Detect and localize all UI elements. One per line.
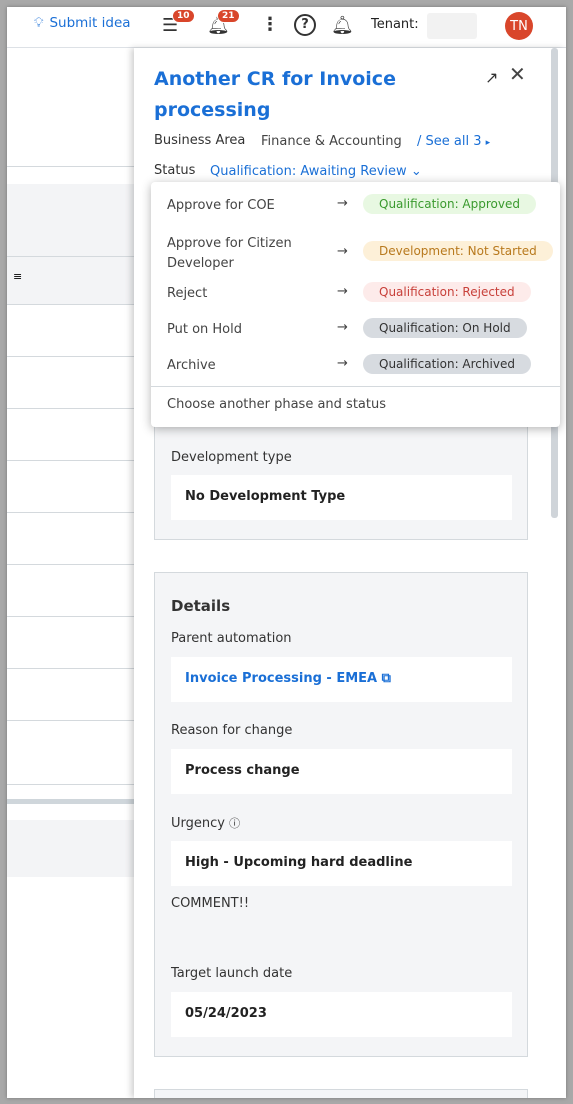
table-header <box>7 184 134 256</box>
choose-other-status[interactable]: Choose another phase and status <box>167 395 467 415</box>
tasks-badge: 10 <box>172 9 195 23</box>
close-icon[interactable]: ✕ <box>509 62 526 86</box>
filter-icon[interactable]: ≡ <box>13 270 22 283</box>
arrow-right-icon: → <box>337 320 348 335</box>
tenant-label: Tenant: <box>371 17 419 32</box>
lightbulb-icon: 💡︎ <box>34 15 44 31</box>
status-pill: Qualification: Approved <box>363 194 536 214</box>
business-area-value: Finance & Accounting <box>261 134 402 149</box>
launch-date-field[interactable]: 05/24/2023 <box>171 992 512 1037</box>
top-bar: 💡︎ Submit idea ☰ 10 🔔︎ 21 ⋮ ? 🔔︎ Tenant: TN <box>7 7 566 48</box>
details-card: Details Parent automation Invoice Proces… <box>154 572 528 1057</box>
status-pill: Qualification: Archived <box>363 354 531 374</box>
status-pill: Qualification: On Hold <box>363 318 527 338</box>
reason-label: Reason for change <box>171 723 293 738</box>
development-type-label: Development type <box>171 450 292 465</box>
tenant-selector[interactable] <box>427 13 477 39</box>
arrow-right-icon: → <box>337 356 348 371</box>
open-external-icon[interactable]: ↗ <box>485 68 498 87</box>
help-icon[interactable]: ? <box>294 14 316 36</box>
status-pill: Qualification: Rejected <box>363 282 531 302</box>
submit-idea-button[interactable]: 💡︎ Submit idea <box>34 15 131 31</box>
arrow-right-icon: → <box>337 196 348 211</box>
status-option[interactable]: Approve for COE <box>167 196 327 216</box>
urgency-label: Urgency ⓘ <box>171 816 241 831</box>
status-label: Status <box>154 163 196 178</box>
arrow-right-icon: → <box>337 284 348 299</box>
see-all-link[interactable]: / See all 3 ▸ <box>417 134 490 149</box>
status-option[interactable]: Reject <box>167 284 327 304</box>
background-table: ≡ <box>7 48 134 1098</box>
detail-panel: Another CR for Invoice processing ↗ ✕ Bu… <box>134 48 566 1098</box>
status-pill: Development: Not Started <box>363 241 553 261</box>
info-icon[interactable]: ⓘ <box>229 817 240 830</box>
arrow-right-icon: → <box>337 244 348 259</box>
urgency-comment: COMMENT!! <box>171 896 250 911</box>
page-title: Another CR for Invoice processing <box>154 68 396 121</box>
status-option[interactable]: Put on Hold <box>167 320 327 340</box>
launch-date-label: Target launch date <box>171 966 293 981</box>
caret-right-icon: ▸ <box>485 138 491 148</box>
urgency-field[interactable]: High - Upcoming hard deadline <box>171 841 512 886</box>
status-option[interactable]: Approve for Citizen Developer <box>167 234 327 274</box>
notifications-icon[interactable]: 🔔︎ 21 <box>207 9 240 36</box>
parent-automation-link[interactable]: Invoice Processing - EMEA ⧉ <box>171 657 512 702</box>
external-link-icon: ⧉ <box>381 671 391 686</box>
development-type-field[interactable]: No Development Type <box>171 475 512 520</box>
chevron-down-icon: ⌄ <box>410 164 422 179</box>
status-option[interactable]: Archive <box>167 356 327 376</box>
parent-automation-label: Parent automation <box>171 631 292 646</box>
reason-field[interactable]: Process change <box>171 749 512 794</box>
app-window: 💡︎ Submit idea ☰ 10 🔔︎ 21 ⋮ ? 🔔︎ Tenant: TN… <box>7 7 566 1098</box>
horizontal-scrollbar[interactable] <box>7 799 134 804</box>
notifications-badge: 21 <box>217 9 240 23</box>
status-dropdown[interactable]: Qualification: Awaiting Review ⌄ <box>210 164 422 179</box>
development-card: Development type No Development Type <box>154 424 528 540</box>
details-heading: Details <box>171 597 231 615</box>
tasks-icon[interactable]: ☰ 10 <box>162 9 195 36</box>
avatar[interactable]: TN <box>505 12 533 40</box>
business-area-label: Business Area <box>154 133 246 148</box>
status-menu: Choose another phase and status Approve … <box>151 182 560 427</box>
bell-icon[interactable]: 🔔︎ <box>331 15 354 36</box>
more-vertical-icon[interactable]: ⋮ <box>261 14 279 35</box>
next-card <box>154 1089 528 1098</box>
